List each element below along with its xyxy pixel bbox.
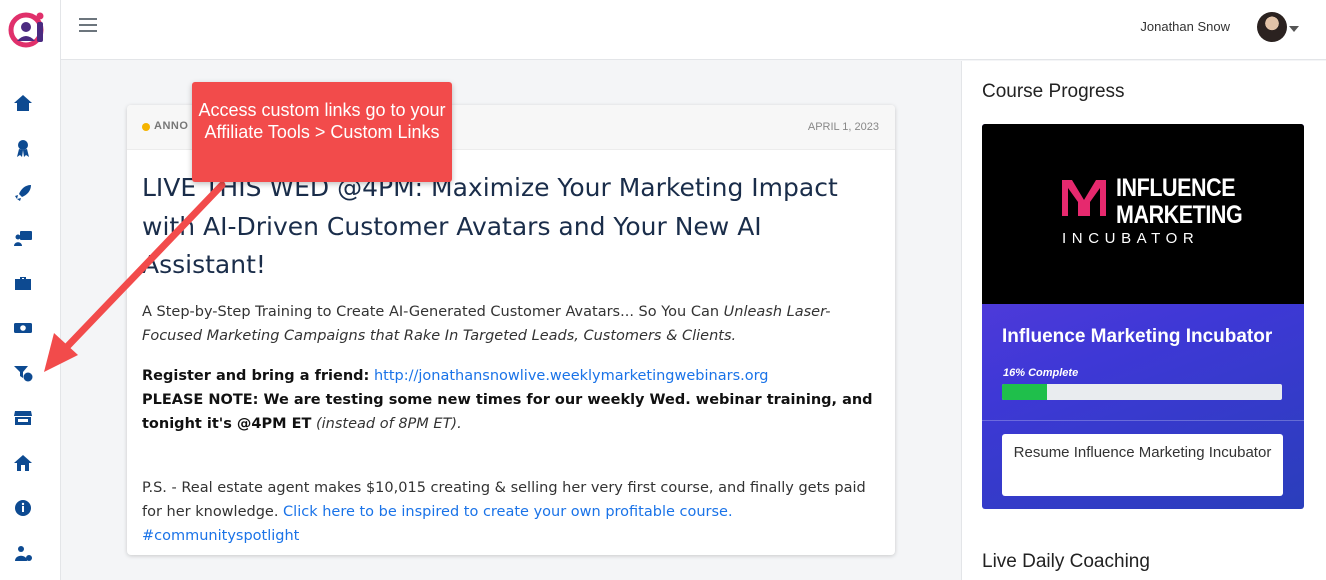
- course-name[interactable]: Influence Marketing Incubator: [1002, 326, 1272, 348]
- award-icon[interactable]: [12, 137, 34, 159]
- post-date: APRIL 1, 2023: [807, 121, 879, 133]
- sidebar: [0, 0, 61, 580]
- live-coaching-title: Live Daily Coaching: [982, 551, 1150, 572]
- presentation-icon[interactable]: [12, 227, 34, 249]
- home-icon[interactable]: [12, 92, 34, 114]
- logo-text-line3: INCUBATOR: [1062, 230, 1200, 247]
- user-name[interactable]: Jonathan Snow: [1140, 19, 1230, 34]
- register-link[interactable]: http://jonathansnowlive.weeklymarketingw…: [374, 368, 769, 384]
- post-register: Register and bring a friend: http://jona…: [142, 364, 877, 436]
- category-badge: ANNO: [154, 120, 189, 132]
- note-emphasis: (instead of 8PM ET).: [316, 416, 462, 432]
- rocket-icon[interactable]: [12, 182, 34, 204]
- chevron-down-icon[interactable]: [1289, 26, 1299, 32]
- progress-bar: [1002, 384, 1282, 400]
- progress-fill: [1002, 384, 1047, 400]
- right-panel: Course Progress INFLUENCE MARKETING INCU…: [961, 61, 1326, 580]
- store-icon[interactable]: [12, 407, 34, 429]
- money-icon[interactable]: [12, 317, 34, 339]
- post-intro: A Step-by-Step Training to Create AI-Gen…: [142, 300, 877, 348]
- logo-text-line2: MARKETING: [1116, 201, 1243, 229]
- course-card: INFLUENCE MARKETING INCUBATOR Influence …: [982, 124, 1304, 509]
- intro-text: A Step-by-Step Training to Create AI-Gen…: [142, 304, 724, 320]
- post-title[interactable]: LIVE THIS WED @4PM: Maximize Your Market…: [142, 169, 872, 285]
- resume-course-button[interactable]: Resume Influence Marketing Incubator: [1002, 434, 1283, 496]
- house-icon[interactable]: [12, 452, 34, 474]
- user-info-icon[interactable]: [12, 542, 34, 564]
- logo-text-line1: INFLUENCE: [1116, 174, 1236, 202]
- post-body: A Step-by-Step Training to Create AI-Gen…: [142, 300, 877, 564]
- note-text: PLEASE NOTE: We are testing some new tim…: [142, 392, 873, 432]
- status-dot-icon: [142, 123, 150, 131]
- progress-label: 16% Complete: [1003, 367, 1079, 379]
- course-thumbnail[interactable]: INFLUENCE MARKETING INCUBATOR: [982, 124, 1304, 304]
- course-progress-title: Course Progress: [982, 81, 1125, 102]
- info-icon[interactable]: [12, 497, 34, 519]
- briefcase-icon[interactable]: [12, 272, 34, 294]
- avatar[interactable]: [1257, 12, 1287, 42]
- top-bar: Jonathan Snow: [61, 0, 1326, 60]
- hamburger-menu-icon[interactable]: [79, 18, 97, 36]
- divider: [982, 420, 1304, 421]
- register-label: Register and bring a friend:: [142, 368, 370, 384]
- app-logo[interactable]: [8, 10, 46, 48]
- influence-logo-icon: [1062, 180, 1106, 216]
- post-ps: P.S. - Real estate agent makes $10,015 c…: [142, 476, 877, 548]
- funnel-dollar-icon[interactable]: [12, 362, 34, 384]
- annotation-callout: Access custom links go to your Affiliate…: [192, 82, 452, 182]
